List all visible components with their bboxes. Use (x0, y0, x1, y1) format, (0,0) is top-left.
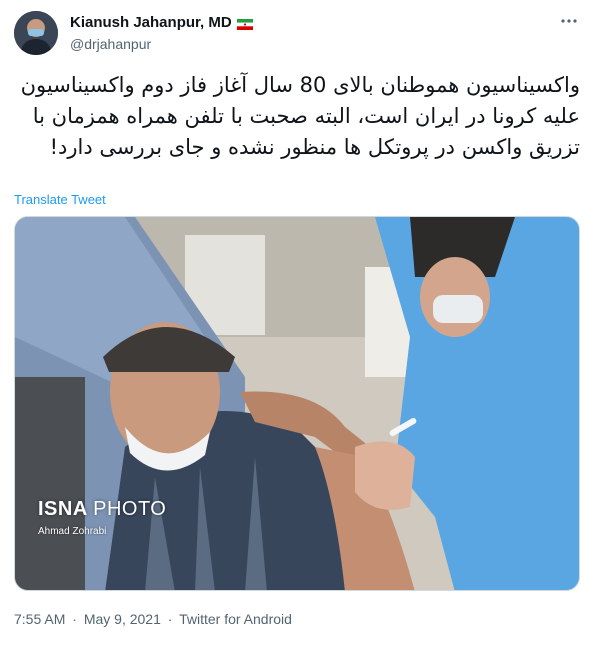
translate-tweet-link[interactable]: Translate Tweet (14, 192, 106, 207)
tweet-date[interactable]: May 9, 2021 (84, 611, 161, 627)
tweet-card: Kianush Jahanpur, MD @drjahanpur واکسینا… (0, 0, 594, 646)
more-options-icon[interactable] (558, 12, 580, 34)
tweet-time[interactable]: 7:55 AM (14, 611, 65, 627)
tweet-photo[interactable]: ISNA PHOTO Ahmad Zohrabi (14, 216, 580, 591)
display-name[interactable]: Kianush Jahanpur, MD (70, 14, 232, 31)
tweet-metadata: 7:55 AM · May 9, 2021 · Twitter for Andr… (14, 611, 295, 627)
watermark-brand-thin: PHOTO (93, 498, 167, 520)
tweet-text: واکسیناسیون هموطنان بالای 80 سال آغاز فا… (20, 73, 580, 159)
meta-separator: · (167, 611, 173, 627)
tweet-source[interactable]: Twitter for Android (179, 611, 292, 627)
author-info: Kianush Jahanpur, MD @drjahanpur (70, 14, 253, 52)
avatar-image (14, 11, 58, 55)
photo-credit: Ahmad Zohrabi (38, 526, 107, 537)
watermark-brand: ISNA PHOTO (38, 498, 166, 521)
user-handle[interactable]: @drjahanpur (70, 36, 253, 52)
avatar[interactable] (14, 11, 58, 55)
watermark-brand-bold: ISNA (38, 498, 88, 520)
tweet-header: Kianush Jahanpur, MD @drjahanpur (14, 8, 580, 60)
meta-separator: · (72, 611, 77, 627)
iran-flag-icon (236, 17, 253, 30)
